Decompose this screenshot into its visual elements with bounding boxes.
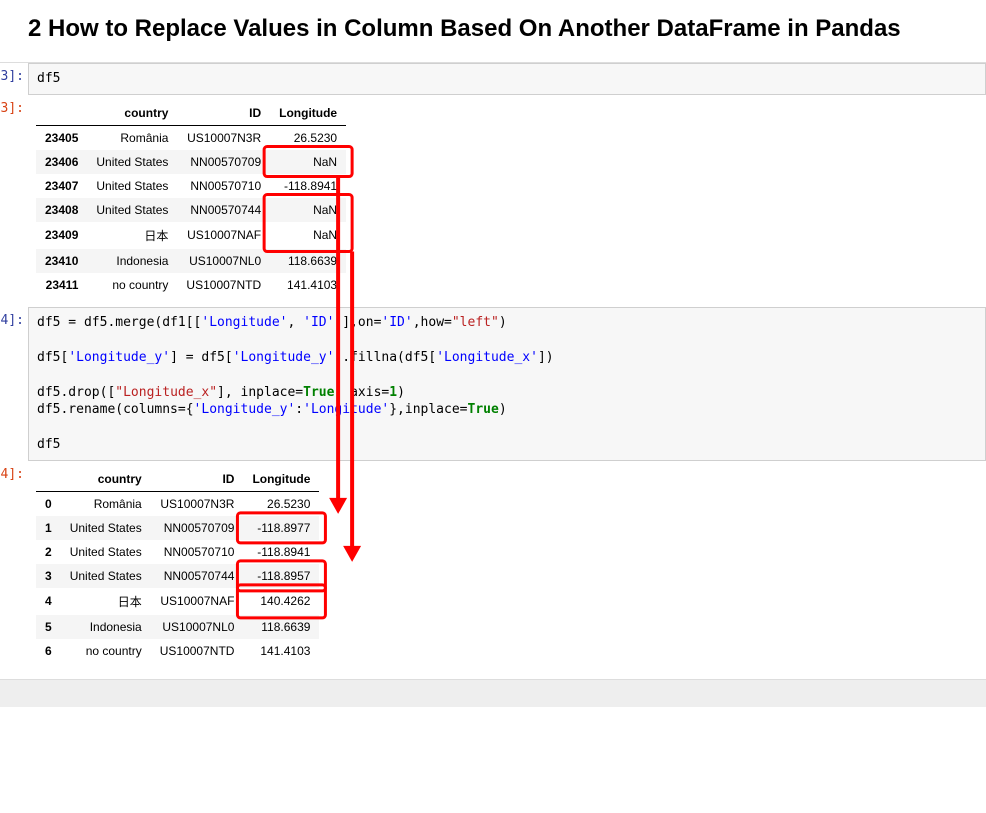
cell: United States [61, 564, 151, 588]
index-corner [36, 101, 87, 126]
table-row: 23406United StatesNN00570709NaN [36, 150, 346, 174]
dataframe-output-1: country ID Longitude 23405RomâniaUS10007… [36, 101, 346, 297]
cell: NN00570709 [177, 150, 270, 174]
cell: United States [87, 150, 177, 174]
cell: United States [87, 174, 177, 198]
cell: 26.5230 [270, 125, 346, 150]
row-index: 23408 [36, 198, 87, 222]
table-row: 23409日本US10007NAFNaN [36, 222, 346, 249]
cell: NN00570744 [177, 198, 270, 222]
col-header: Longitude [243, 467, 319, 492]
dataframe-output-2: country ID Longitude 0RomâniaUS10007N3R2… [36, 467, 319, 663]
cell: NN00570709 [151, 516, 244, 540]
row-index: 0 [36, 491, 61, 516]
code-cell-1: 3]: df5 [0, 63, 986, 95]
cell: US10007N3R [177, 125, 270, 150]
row-index: 23410 [36, 249, 87, 273]
col-header: ID [177, 101, 270, 126]
table-row: 23411no countryUS10007NTD141.4103 [36, 273, 346, 297]
cell: -118.8957 [243, 564, 319, 588]
cell: Indonesia [87, 249, 177, 273]
cell: NN00570744 [151, 564, 244, 588]
table-row: 0RomâniaUS10007N3R26.5230 [36, 491, 319, 516]
col-header: ID [151, 467, 244, 492]
table-row: 2United StatesNN00570710-118.8941 [36, 540, 319, 564]
code-input-2[interactable]: df5 = df5.merge(df1[['Longitude', 'ID']]… [28, 307, 986, 461]
output-cell-1: 3]: country ID Longitude 23405RomâniaUS1… [0, 95, 986, 301]
cell: US10007NTD [151, 639, 244, 663]
cell: 26.5230 [243, 491, 319, 516]
row-index: 6 [36, 639, 61, 663]
col-header: country [87, 101, 177, 126]
cell: NaN [270, 222, 346, 249]
index-corner [36, 467, 61, 492]
table-row: 23408United StatesNN00570744NaN [36, 198, 346, 222]
table-row: 1United StatesNN00570709-118.8977 [36, 516, 319, 540]
output-prompt-1: 3]: [0, 95, 28, 116]
cell: US10007N3R [151, 491, 244, 516]
cell: 日本 [61, 588, 151, 615]
input-prompt-1: 3]: [0, 63, 28, 84]
row-index: 23409 [36, 222, 87, 249]
cell: -118.8941 [243, 540, 319, 564]
cell: US10007NTD [177, 273, 270, 297]
row-index: 4 [36, 588, 61, 615]
code-input-1[interactable]: df5 [28, 63, 986, 95]
table-row: 3United StatesNN00570744-118.8957 [36, 564, 319, 588]
cell: 140.4262 [243, 588, 319, 615]
table-row: 6no countryUS10007NTD141.4103 [36, 639, 319, 663]
footer-bar [0, 679, 986, 707]
cell: US10007NL0 [177, 249, 270, 273]
table-row: 23407United StatesNN00570710-118.8941 [36, 174, 346, 198]
row-index: 1 [36, 516, 61, 540]
col-header: country [61, 467, 151, 492]
cell: 141.4103 [243, 639, 319, 663]
input-prompt-2: 4]: [0, 307, 28, 328]
cell: Indonesia [61, 615, 151, 639]
cell: US10007NL0 [151, 615, 244, 639]
cell: -118.8977 [243, 516, 319, 540]
row-index: 23411 [36, 273, 87, 297]
cell: 118.6639 [270, 249, 346, 273]
col-header: Longitude [270, 101, 346, 126]
section-heading: 2 How to Replace Values in Column Based … [0, 0, 986, 63]
row-index: 5 [36, 615, 61, 639]
cell: no country [61, 639, 151, 663]
cell: 141.4103 [270, 273, 346, 297]
cell: no country [87, 273, 177, 297]
table-row: 23405RomâniaUS10007N3R26.5230 [36, 125, 346, 150]
cell: NaN [270, 198, 346, 222]
row-index: 23406 [36, 150, 87, 174]
row-index: 23407 [36, 174, 87, 198]
cell: NN00570710 [177, 174, 270, 198]
output-cell-2: 4]: country ID Longitude 0RomâniaUS10007… [0, 461, 986, 667]
code-cell-2: 4]: df5 = df5.merge(df1[['Longitude', 'I… [0, 307, 986, 461]
row-index: 2 [36, 540, 61, 564]
output-prompt-2: 4]: [0, 461, 28, 482]
table-row: 4日本US10007NAF140.4262 [36, 588, 319, 615]
row-index: 3 [36, 564, 61, 588]
cell: NN00570710 [151, 540, 244, 564]
cell: United States [61, 516, 151, 540]
cell: România [61, 491, 151, 516]
cell: US10007NAF [151, 588, 244, 615]
table-row: 5IndonesiaUS10007NL0118.6639 [36, 615, 319, 639]
table-row: 23410IndonesiaUS10007NL0118.6639 [36, 249, 346, 273]
cell: România [87, 125, 177, 150]
cell: United States [61, 540, 151, 564]
cell: 118.6639 [243, 615, 319, 639]
row-index: 23405 [36, 125, 87, 150]
cell: United States [87, 198, 177, 222]
cell: 日本 [87, 222, 177, 249]
cell: NaN [270, 150, 346, 174]
cell: -118.8941 [270, 174, 346, 198]
cell: US10007NAF [177, 222, 270, 249]
